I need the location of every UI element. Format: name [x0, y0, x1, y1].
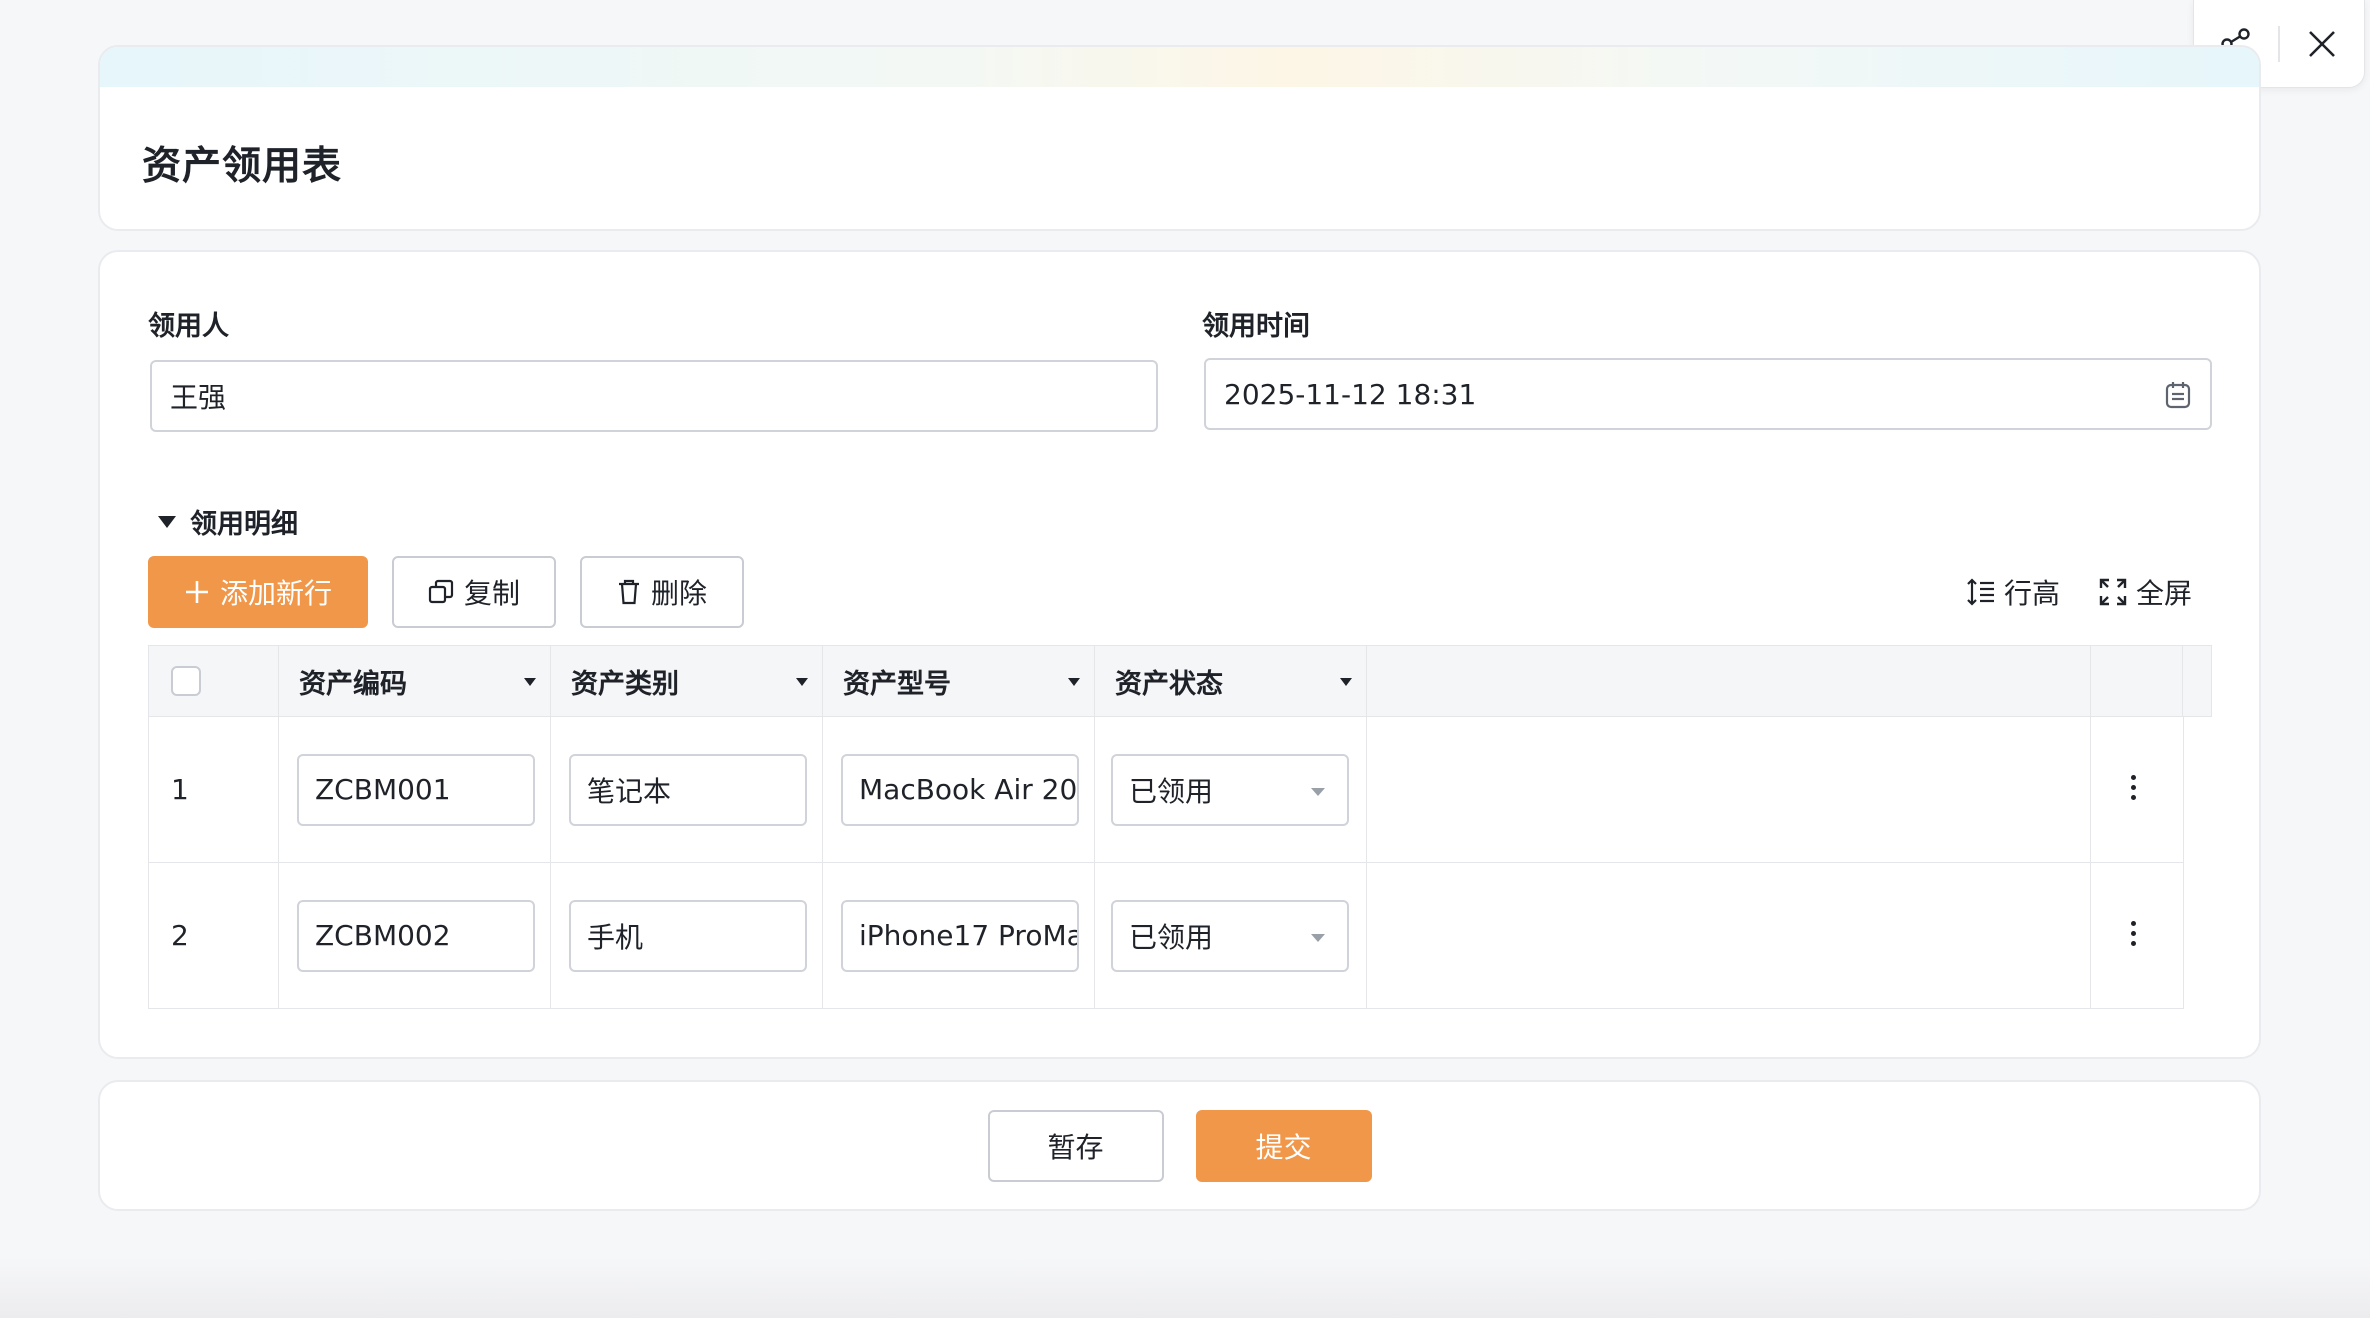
copy-icon [428, 579, 454, 604]
fullscreen-label: 全屏 [2136, 577, 2193, 610]
model-value: iPhone17 ProMax [859, 919, 1079, 952]
category-cell: 笔记本 [551, 717, 823, 862]
category-input[interactable]: 手机 [569, 899, 807, 972]
model-input[interactable]: iPhone17 ProMax [841, 899, 1079, 972]
status-select[interactable]: 已领用 [1111, 753, 1349, 826]
column-header-code[interactable]: 资产编码 [279, 646, 551, 716]
recipient-input[interactable]: 王强 [150, 360, 1158, 432]
add-row-button[interactable]: 添加新行 [148, 556, 368, 628]
submit-button[interactable]: 提交 [1195, 1109, 1372, 1182]
status-cell: 已领用 [1095, 863, 1367, 1008]
category-value: 笔记本 [587, 774, 672, 808]
recipient-value: 王强 [170, 381, 227, 414]
delete-button[interactable]: 删除 [580, 556, 744, 628]
status-value: 已领用 [1129, 920, 1214, 954]
code-value: ZCBM001 [315, 773, 451, 806]
more-vertical-icon[interactable] [2131, 921, 2136, 946]
caret-down-icon[interactable] [1068, 678, 1080, 686]
caret-down-icon[interactable] [796, 678, 808, 686]
recipient-label: 领用人 [148, 311, 229, 342]
column-header-label: 资产状态 [1115, 668, 1223, 700]
status-value: 已领用 [1129, 774, 1214, 808]
row-number: 2 [171, 919, 189, 952]
code-input[interactable]: ZCBM001 [297, 753, 535, 826]
category-input[interactable]: 笔记本 [569, 753, 807, 826]
bottom-fade [0, 1258, 2370, 1318]
select-all-cell [149, 646, 279, 716]
column-header-status[interactable]: 资产状态 [1095, 646, 1367, 716]
select-all-checkbox[interactable] [171, 666, 201, 696]
section-title: 领用明细 [190, 509, 298, 540]
copy-button[interactable]: 复制 [392, 556, 556, 628]
table-row: 1 ZCBM001 笔记本 MacBook Air 2025 已领用 [148, 717, 2184, 863]
category-cell: 手机 [551, 863, 823, 1008]
row-number: 1 [171, 773, 189, 806]
row-height-icon [1967, 578, 1994, 606]
code-cell: ZCBM001 [279, 717, 551, 862]
status-select[interactable]: 已领用 [1111, 899, 1349, 972]
model-input[interactable]: MacBook Air 2025 [841, 753, 1079, 826]
caret-down-icon[interactable] [524, 678, 536, 686]
model-value: MacBook Air 2025 [859, 773, 1078, 806]
title-card: 资产领用表 [98, 45, 2261, 231]
time-input[interactable]: 2025-11-12 18:31 [1204, 358, 2212, 430]
column-header-empty [1367, 646, 2091, 716]
page: 资产领用表 领用人 王强 领用时间 2025-11-12 18:31 领用明细 … [0, 0, 2370, 1318]
time-value: 2025-11-12 18:31 [1224, 377, 1477, 411]
delete-label: 删除 [650, 577, 707, 610]
row-number-cell: 2 [149, 863, 279, 1008]
column-header-label: 资产类别 [571, 668, 679, 700]
code-input[interactable]: ZCBM002 [297, 899, 535, 972]
form-card: 领用人 王强 领用时间 2025-11-12 18:31 领用明细 添加新行 复… [98, 250, 2261, 1059]
page-title: 资产领用表 [142, 144, 343, 189]
chevron-down-icon [1311, 933, 1325, 942]
fullscreen-icon [2099, 578, 2127, 606]
column-header-actions [2091, 646, 2183, 716]
trash-icon [618, 579, 639, 605]
category-value: 手机 [587, 920, 644, 954]
save-draft-button[interactable]: 暂存 [987, 1109, 1164, 1182]
fullscreen-button[interactable]: 全屏 [2098, 572, 2192, 612]
row-number-cell: 1 [149, 717, 279, 862]
caret-down-icon[interactable] [1340, 678, 1352, 686]
column-header-category[interactable]: 资产类别 [551, 646, 823, 716]
column-header-label: 资产编码 [299, 668, 407, 700]
footer-card: 暂存 提交 [98, 1080, 2261, 1211]
decorative-gradient-strip [100, 47, 2259, 87]
close-icon [2309, 30, 2335, 57]
detail-section-toggle[interactable]: 领用明细 [158, 502, 298, 541]
code-cell: ZCBM002 [279, 863, 551, 1008]
more-vertical-icon[interactable] [2131, 775, 2136, 800]
time-label: 领用时间 [1202, 311, 1310, 342]
status-cell: 已领用 [1095, 717, 1367, 862]
model-cell: MacBook Air 2025 [823, 717, 1095, 862]
row-height-button[interactable]: 行高 [1966, 572, 2060, 612]
column-header-label: 资产型号 [843, 668, 951, 700]
table-header: 资产编码 资产类别 资产型号 资产状态 [148, 645, 2212, 717]
close-button[interactable] [2300, 22, 2344, 66]
calendar-icon[interactable] [2164, 380, 2192, 410]
row-height-label: 行高 [2004, 577, 2061, 610]
code-value: ZCBM002 [315, 919, 451, 952]
model-cell: iPhone17 ProMax [823, 863, 1095, 1008]
caret-down-icon [158, 515, 176, 528]
empty-cell [1367, 863, 2091, 1008]
column-header-model[interactable]: 资产型号 [823, 646, 1095, 716]
divider [2278, 25, 2280, 62]
detail-table: 资产编码 资产类别 资产型号 资产状态 1 ZCBM001 笔记本 MacBoo… [148, 645, 2212, 1009]
table-row: 2 ZCBM002 手机 iPhone17 ProMax 已领用 [148, 863, 2184, 1009]
copy-label: 复制 [463, 577, 520, 610]
chevron-down-icon [1311, 787, 1325, 796]
empty-cell [1367, 717, 2091, 862]
add-row-label: 添加新行 [219, 577, 332, 610]
plus-icon [185, 581, 208, 603]
